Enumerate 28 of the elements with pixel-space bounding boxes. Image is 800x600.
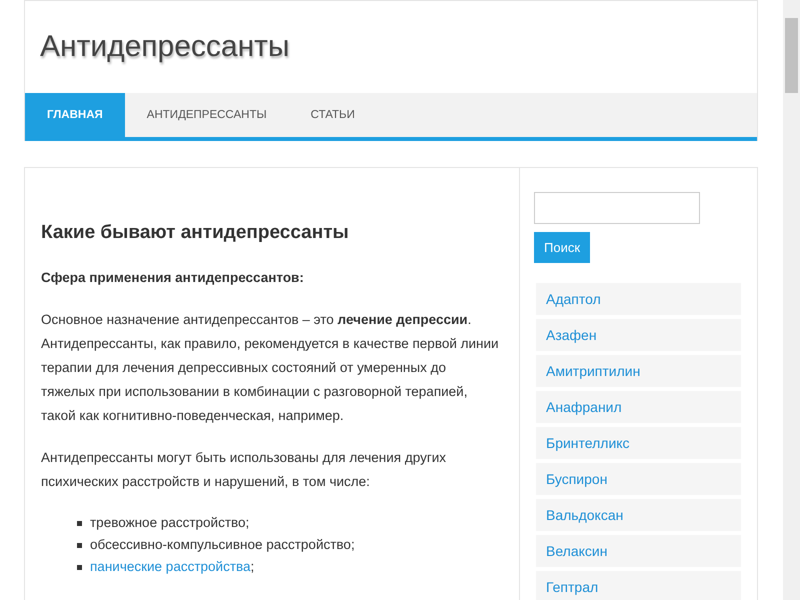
- sidebar-link[interactable]: Гептрал: [536, 571, 741, 600]
- search-field[interactable]: [534, 192, 700, 224]
- scrollbar[interactable]: [783, 0, 800, 600]
- sidebar-link[interactable]: Анафранил: [536, 391, 741, 423]
- bullet-icon: [77, 564, 82, 570]
- sidebar-link[interactable]: Амитриптилин: [536, 355, 741, 387]
- paragraph: Основное назначение антидепрессантов – это лечение депрессии. Антидепрессанты, как правило, рекомендуется в качестве первой линии терапии для лечения депрессивных состояний от умеренных до тяжелых при использовании в комбинации с разговорной терапией, такой как когнитивно-поведенческая, например.: [41, 311, 500, 425]
- nav-tab[interactable]: ГЛАВНАЯ: [25, 93, 125, 137]
- sidebar-link[interactable]: Велаксин: [536, 535, 741, 567]
- site-title: Антидепрессанты: [39, 29, 290, 65]
- list-item: тревожное расстройство;: [90, 514, 250, 532]
- paragraph: Антидепрессанты могут быть использованы для лечения других психических расстройств и нарушений, в том числе:: [41, 449, 448, 491]
- sidebar-link[interactable]: Адаптол: [536, 283, 741, 315]
- bullet-icon: [77, 542, 82, 548]
- list-item: панические расстройства;: [90, 558, 254, 576]
- bullet-icon: [77, 520, 82, 526]
- sidebar-link[interactable]: Бринтелликс: [536, 427, 741, 459]
- sidebar-link[interactable]: Буспирон: [536, 463, 741, 495]
- scrollbar-thumb[interactable]: [785, 18, 798, 93]
- list-item: обсессивно-компульсивное расстройство;: [90, 536, 355, 554]
- nav-tab[interactable]: СТАТЬИ: [288, 93, 377, 137]
- sidebar-link[interactable]: Азафен: [536, 319, 741, 351]
- search-button[interactable]: Поиск: [534, 232, 590, 263]
- sidebar-link[interactable]: Вальдоксан: [536, 499, 741, 531]
- nav-tab[interactable]: АНТИДЕПРЕССАНТЫ: [124, 93, 289, 137]
- link[interactable]: панические расстройства: [90, 559, 251, 574]
- article-heading: Какие бывают антидепрессанты: [41, 221, 350, 245]
- section-subheading: Сфера применения антидепрессантов:: [41, 269, 305, 287]
